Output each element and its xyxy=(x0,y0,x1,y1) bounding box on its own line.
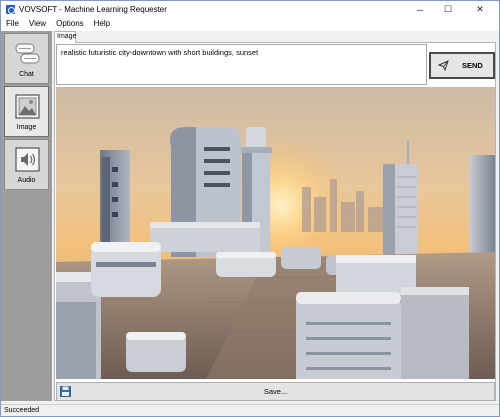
status-bar: Succeeded xyxy=(1,404,499,416)
send-button[interactable]: SEND xyxy=(429,52,495,79)
speaker-icon xyxy=(15,147,40,172)
sidebar-item-label: Audio xyxy=(17,177,36,184)
paper-plane-icon xyxy=(438,60,449,71)
menu-file[interactable]: File xyxy=(1,18,24,31)
maximize-button[interactable]: ☐ xyxy=(434,1,462,18)
save-label: Save... xyxy=(263,387,288,396)
chat-bubbles-icon xyxy=(15,43,40,64)
minimize-button[interactable]: ─ xyxy=(406,1,434,18)
sidebar-item-label: Image xyxy=(16,124,37,131)
app-logo-icon xyxy=(6,5,15,14)
save-button[interactable]: Save... xyxy=(56,382,495,401)
sidebar-item-chat[interactable]: Chat xyxy=(4,33,49,84)
window-title: VOVSOFT - Machine Learning Requester xyxy=(19,5,167,14)
tab-image[interactable]: Image xyxy=(54,31,76,43)
menu-bar: File View Options Help xyxy=(1,18,499,31)
prompt-input[interactable]: realistic futuristic city-downtown with … xyxy=(56,44,427,85)
sidebar-item-image[interactable]: Image xyxy=(4,86,49,137)
picture-icon xyxy=(15,94,40,119)
menu-view[interactable]: View xyxy=(24,18,51,31)
app-window: VOVSOFT - Machine Learning Requester ─ ☐… xyxy=(0,0,500,417)
sidebar: Chat Image Audio xyxy=(1,31,52,401)
menu-options[interactable]: Options xyxy=(51,18,89,31)
sidebar-item-label: Chat xyxy=(19,71,34,78)
status-text: Succeeded xyxy=(4,407,40,414)
generated-image xyxy=(56,87,495,379)
sidebar-item-audio[interactable]: Audio xyxy=(4,139,49,190)
title-bar[interactable]: VOVSOFT - Machine Learning Requester ─ ☐… xyxy=(1,1,499,18)
send-label: SEND xyxy=(462,61,483,70)
close-button[interactable]: ✕ xyxy=(462,1,498,18)
menu-help[interactable]: Help xyxy=(89,18,115,31)
